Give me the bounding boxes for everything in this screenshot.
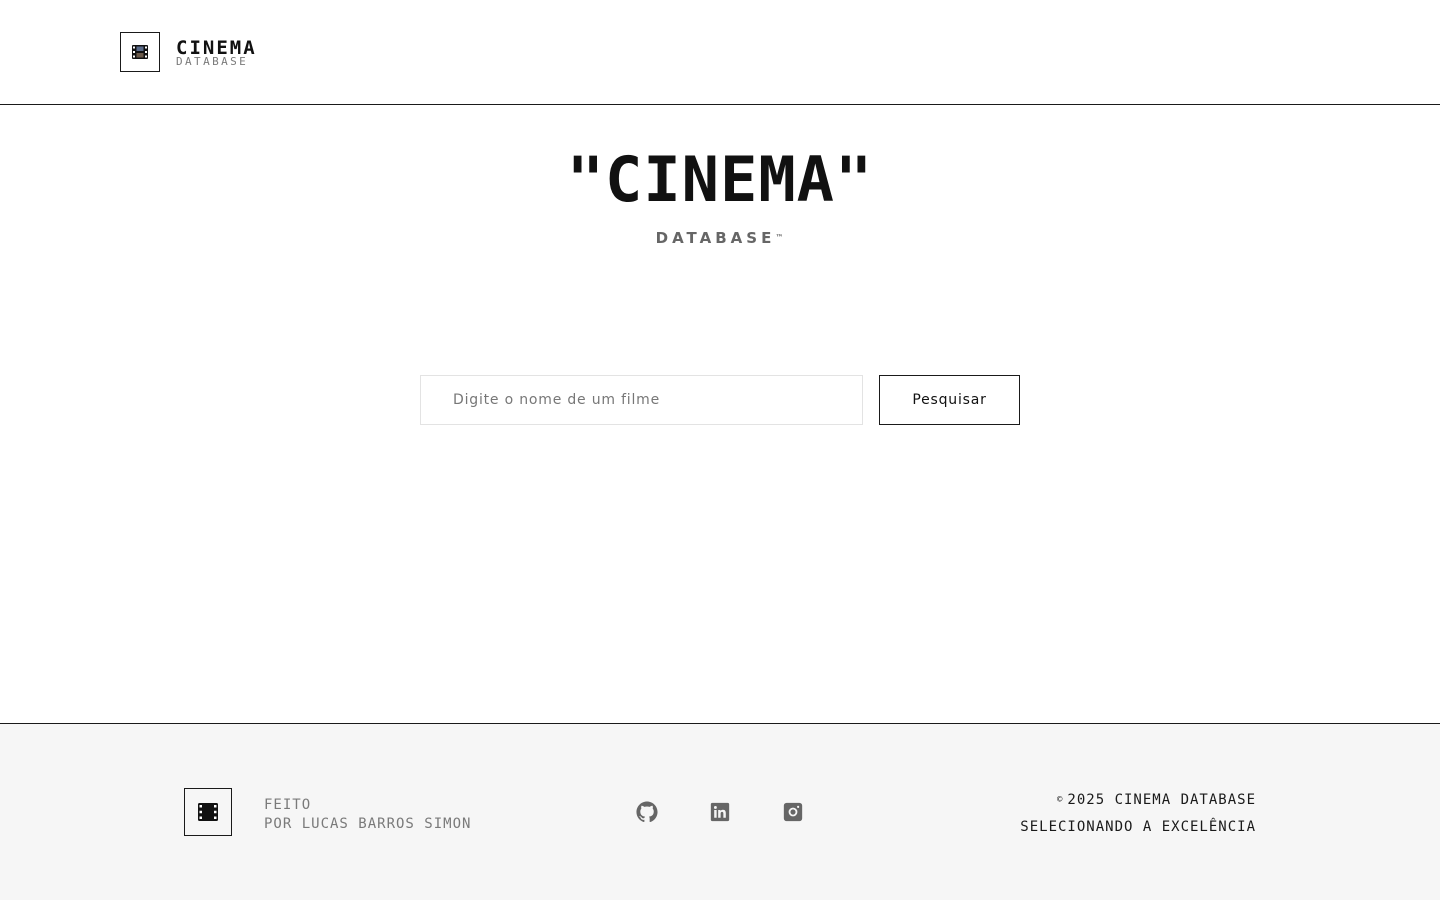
hero-title: "CINEMA" — [566, 143, 874, 216]
copyright: © 2025 CINEMA DATABASE — [1057, 791, 1256, 809]
tagline: SELECIONANDO A EXCELÊNCIA — [1020, 819, 1256, 835]
linkedin-link[interactable] — [708, 800, 732, 824]
copyright-symbol: © — [1057, 795, 1064, 805]
instagram-icon — [783, 802, 803, 822]
trademark-symbol: ™ — [775, 233, 785, 242]
copyright-text: 2025 CINEMA DATABASE — [1067, 792, 1256, 808]
film-icon — [198, 803, 218, 821]
hero-subtitle-text: DATABASE — [655, 229, 776, 247]
search-button[interactable]: Pesquisar — [879, 375, 1020, 425]
site-footer: FEITO POR LUCAS BARROS SIMON © 2025 CINEM… — [0, 723, 1440, 900]
linkedin-icon — [710, 802, 730, 822]
film-icon — [132, 45, 148, 59]
search-input[interactable] — [420, 375, 863, 425]
hero-subtitle: DATABASE™ — [0, 228, 1440, 248]
credit-line-2: POR LUCAS BARROS SIMON — [264, 816, 472, 832]
brand-subtitle: DATABASE — [176, 55, 249, 68]
credit-line-1: FEITO — [264, 797, 312, 813]
github-link[interactable] — [635, 800, 659, 824]
instagram-link[interactable] — [781, 800, 805, 824]
site-header: CINEMA DATABASE — [0, 0, 1440, 105]
footer-logo[interactable] — [184, 788, 232, 836]
logo-link[interactable] — [120, 32, 160, 72]
github-icon — [636, 801, 658, 823]
